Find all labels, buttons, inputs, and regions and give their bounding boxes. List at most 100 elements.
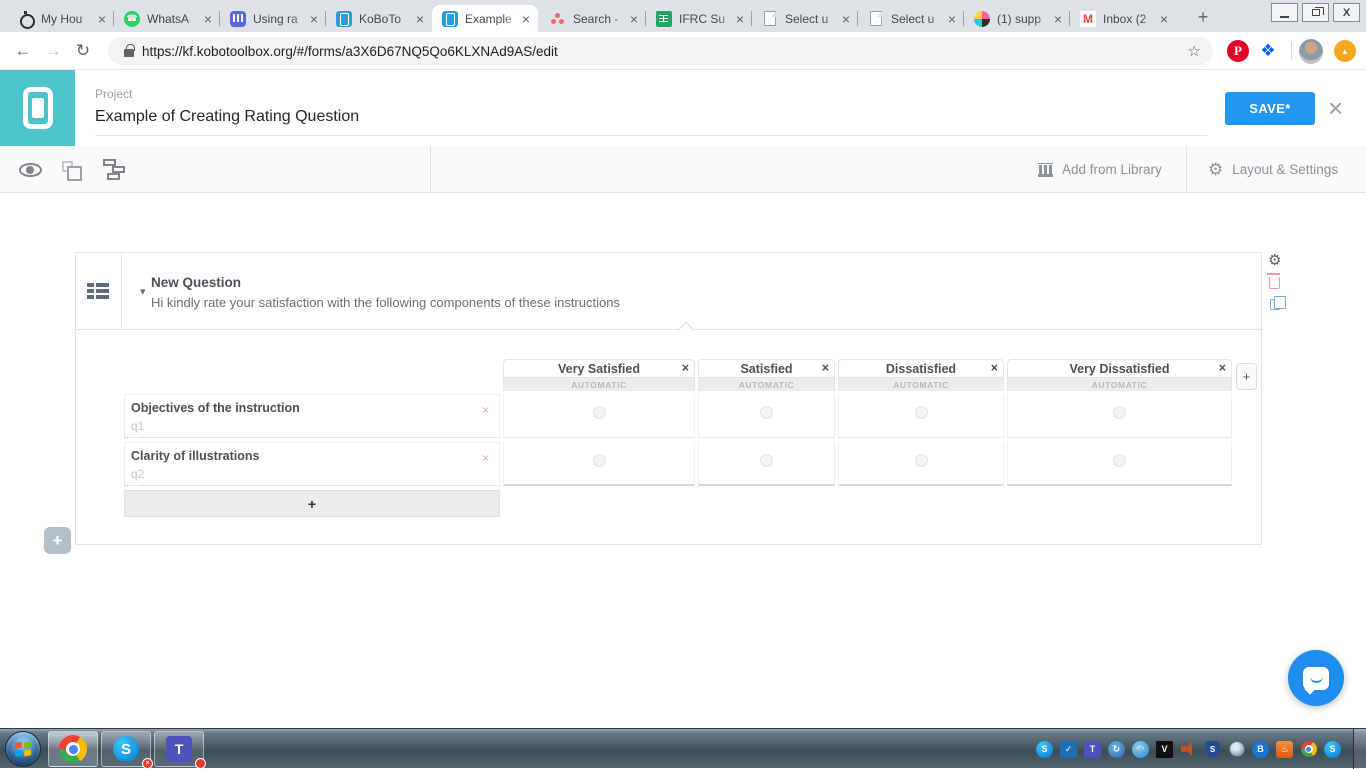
update-extension-icon[interactable]: ▲ bbox=[1333, 39, 1357, 63]
add-from-library-button[interactable]: Add from Library bbox=[1038, 146, 1162, 193]
chat-launcher-button[interactable] bbox=[1288, 650, 1344, 706]
tab-close-icon[interactable]: × bbox=[308, 12, 320, 26]
sync-arrows-icon[interactable]: ↻ bbox=[1108, 741, 1125, 758]
add-question-button[interactable]: + bbox=[44, 527, 71, 554]
matrix-row-objectives[interactable]: Objectives of the instruction q1 × bbox=[124, 394, 500, 438]
tab-close-icon[interactable]: × bbox=[734, 12, 746, 26]
remove-row-icon[interactable]: × bbox=[482, 451, 489, 465]
row-name[interactable]: q1 bbox=[131, 419, 144, 433]
question-settings-icon[interactable]: ⚙ bbox=[1268, 253, 1281, 268]
tab-close-icon[interactable]: × bbox=[628, 12, 640, 26]
radio-button[interactable] bbox=[760, 406, 773, 419]
forward-button[interactable]: → bbox=[38, 41, 68, 61]
add-row-button[interactable]: + bbox=[124, 490, 500, 517]
radio-button[interactable] bbox=[593, 406, 606, 419]
bookmark-star-icon[interactable]: ☆ bbox=[1188, 42, 1201, 60]
layout-settings-button[interactable]: ⚙ Layout & Settings bbox=[1208, 146, 1338, 193]
radio-button[interactable] bbox=[1113, 454, 1126, 467]
tab-close-icon[interactable]: × bbox=[96, 12, 108, 26]
url-field[interactable]: https://kf.kobotoolbox.org/#/forms/a3X6D… bbox=[108, 37, 1213, 65]
security-shield-icon[interactable]: S bbox=[1204, 741, 1221, 758]
remove-column-icon[interactable]: × bbox=[682, 361, 689, 375]
question-header[interactable]: ▾ New Question Hi kindly rate your satis… bbox=[76, 253, 1261, 330]
tab-close-icon[interactable]: × bbox=[840, 12, 852, 26]
delete-question-icon[interactable] bbox=[1269, 277, 1280, 289]
close-window-button[interactable]: X bbox=[1333, 3, 1360, 22]
restore-button[interactable] bbox=[1302, 3, 1329, 22]
new-tab-button[interactable]: + bbox=[1190, 6, 1216, 30]
radio-button[interactable] bbox=[1113, 406, 1126, 419]
tab-close-icon[interactable]: × bbox=[520, 12, 532, 26]
matrix-column-very-dissatisfied[interactable]: Very Dissatisfied × AUTOMATIC bbox=[1007, 359, 1232, 391]
question-hint[interactable]: Hi kindly rate your satisfaction with th… bbox=[151, 295, 620, 310]
tab-whatsapp[interactable]: ☎ WhatsA × bbox=[114, 5, 220, 32]
chrome-tray-icon[interactable] bbox=[1300, 741, 1317, 758]
tab-example-active[interactable]: Example × bbox=[432, 5, 538, 32]
tab-support[interactable]: (1) supp × bbox=[964, 5, 1070, 32]
tab-select-2[interactable]: Select u × bbox=[858, 5, 964, 32]
preview-icon[interactable] bbox=[19, 163, 42, 177]
tab-select-1[interactable]: Select u × bbox=[752, 5, 858, 32]
onedrive-icon[interactable]: ◠ bbox=[1132, 741, 1149, 758]
profile-avatar[interactable] bbox=[1299, 39, 1323, 63]
bluetooth-icon[interactable]: B bbox=[1252, 741, 1269, 758]
tab-close-icon[interactable]: × bbox=[202, 12, 214, 26]
taskbar-skype-button[interactable]: S × bbox=[101, 731, 151, 767]
tab-inbox[interactable]: M Inbox (2 × bbox=[1070, 5, 1176, 32]
tab-ifrc-sheet[interactable]: IFRC Su × bbox=[646, 5, 752, 32]
taskbar-teams-button[interactable]: T bbox=[154, 731, 204, 767]
url-text[interactable]: https://kf.kobotoolbox.org/#/forms/a3X6D… bbox=[142, 44, 558, 59]
tab-close-icon[interactable]: × bbox=[946, 12, 958, 26]
matrix-column-satisfied[interactable]: Satisfied × AUTOMATIC bbox=[698, 359, 835, 391]
show-desktop-button[interactable] bbox=[1353, 729, 1366, 769]
row-name[interactable]: q2 bbox=[131, 467, 144, 481]
dropbox-extension-icon[interactable]: ❖ bbox=[1256, 39, 1280, 63]
tab-kobotoolbox[interactable]: KoBoTo × bbox=[326, 5, 432, 32]
volume-icon[interactable] bbox=[1180, 741, 1197, 758]
row-label[interactable]: Clarity of illustrations bbox=[131, 449, 260, 463]
forticlient-icon[interactable]: ✓ bbox=[1060, 741, 1077, 758]
radio-button[interactable] bbox=[915, 454, 928, 467]
v-app-icon[interactable]: V bbox=[1156, 741, 1173, 758]
column-label[interactable]: Dissatisfied bbox=[886, 362, 956, 376]
save-button[interactable]: SAVE* bbox=[1225, 92, 1315, 125]
back-button[interactable]: ← bbox=[8, 41, 38, 61]
tab-using-rating[interactable]: Using ra × bbox=[220, 5, 326, 32]
close-editor-icon[interactable]: × bbox=[1328, 94, 1343, 122]
clone-icon[interactable] bbox=[62, 161, 73, 172]
pinterest-extension-icon[interactable]: P bbox=[1226, 39, 1250, 63]
column-label[interactable]: Very Satisfied bbox=[558, 362, 640, 376]
matrix-column-dissatisfied[interactable]: Dissatisfied × AUTOMATIC bbox=[838, 359, 1004, 391]
minimize-button[interactable] bbox=[1271, 3, 1298, 22]
collapse-caret-icon[interactable]: ▾ bbox=[140, 285, 146, 298]
duplicate-question-icon[interactable] bbox=[1270, 299, 1280, 310]
remove-column-icon[interactable]: × bbox=[1219, 361, 1226, 375]
question-title[interactable]: New Question bbox=[151, 275, 241, 290]
tab-close-icon[interactable]: × bbox=[414, 12, 426, 26]
secure-lock-icon[interactable] bbox=[124, 49, 134, 57]
radio-button[interactable] bbox=[593, 454, 606, 467]
row-label[interactable]: Objectives of the instruction bbox=[131, 401, 300, 415]
skype-offline-tray-icon[interactable]: S bbox=[1324, 741, 1341, 758]
matrix-row-clarity[interactable]: Clarity of illustrations q2 × bbox=[124, 442, 500, 486]
tab-close-icon[interactable]: × bbox=[1158, 12, 1170, 26]
tab-close-icon[interactable]: × bbox=[1052, 12, 1064, 26]
remove-column-icon[interactable]: × bbox=[822, 361, 829, 375]
taskbar-chrome-button[interactable] bbox=[48, 731, 98, 767]
reload-button[interactable]: ↻ bbox=[68, 41, 98, 61]
add-column-button[interactable]: + bbox=[1236, 363, 1257, 390]
kobotoolbox-logo[interactable] bbox=[0, 70, 75, 146]
tab-my-hours[interactable]: My Hou × bbox=[8, 5, 114, 32]
radio-button[interactable] bbox=[760, 454, 773, 467]
skype-tray-icon[interactable]: S bbox=[1036, 741, 1053, 758]
tab-search[interactable]: Search - × bbox=[540, 5, 646, 32]
project-title-input[interactable]: Example of Creating Rating Question bbox=[95, 108, 1207, 136]
start-button[interactable] bbox=[5, 731, 41, 767]
network-globe-icon[interactable] bbox=[1228, 741, 1245, 758]
remove-column-icon[interactable]: × bbox=[991, 361, 998, 375]
group-questions-icon[interactable] bbox=[103, 159, 125, 179]
java-update-icon[interactable]: ♨ bbox=[1276, 741, 1293, 758]
remove-row-icon[interactable]: × bbox=[482, 403, 489, 417]
matrix-column-very-satisfied[interactable]: Very Satisfied × AUTOMATIC bbox=[503, 359, 695, 391]
teams-tray-icon[interactable]: T bbox=[1084, 741, 1101, 758]
